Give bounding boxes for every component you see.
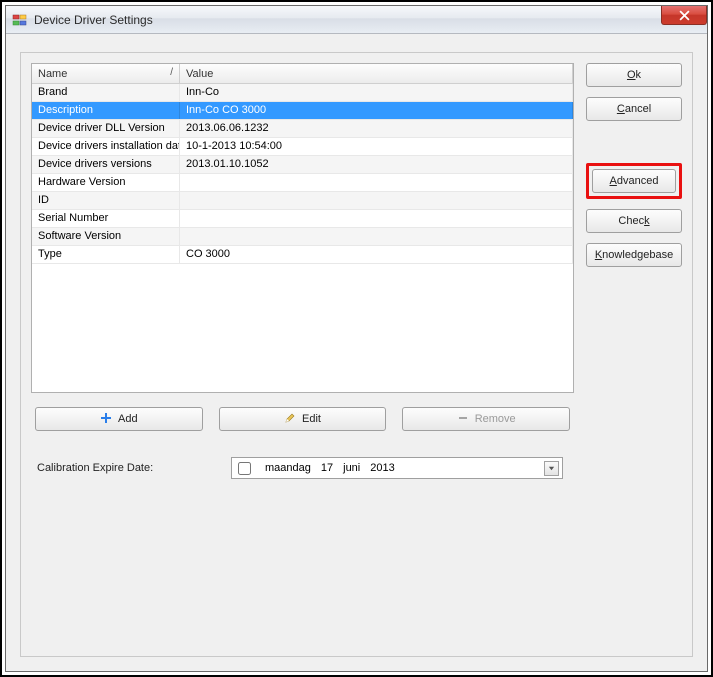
cell-value [180, 228, 573, 245]
table-row[interactable]: Hardware Version [32, 174, 573, 192]
cell-name: Type [32, 246, 180, 263]
table-row[interactable]: Software Version [32, 228, 573, 246]
column-header-name[interactable]: Name / [32, 64, 180, 83]
calibration-month: juni [343, 462, 360, 474]
table-row[interactable]: TypeCO 3000 [32, 246, 573, 264]
calibration-date-picker[interactable]: maandag 17 juni 2013 [231, 457, 563, 479]
properties-table[interactable]: Name / Value BrandInn-CoDescriptionInn-C… [31, 63, 574, 393]
app-icon [12, 12, 28, 28]
cell-name: ID [32, 192, 180, 209]
sort-indicator-icon: / [170, 67, 173, 78]
table-row[interactable]: BrandInn-Co [32, 84, 573, 102]
cell-value [180, 210, 573, 227]
window-title: Device Driver Settings [34, 13, 153, 27]
cell-name: Serial Number [32, 210, 180, 227]
ok-button[interactable]: Ok [586, 63, 682, 87]
title-bar: Device Driver Settings [6, 6, 707, 34]
close-button[interactable] [661, 6, 707, 25]
cell-name: Device drivers installation date [32, 138, 180, 155]
remove-button[interactable]: Remove [402, 407, 570, 431]
column-header-value[interactable]: Value [180, 64, 573, 83]
cell-value: 10-1-2013 10:54:00 [180, 138, 573, 155]
cell-value: Inn-Co [180, 84, 573, 101]
add-button[interactable]: Add [35, 407, 203, 431]
calibration-expire-label: Calibration Expire Date: [31, 462, 231, 474]
advanced-highlight: Advanced [586, 163, 682, 199]
cell-value: 2013.01.10.1052 [180, 156, 573, 173]
cell-value [180, 174, 573, 191]
pencil-icon [284, 412, 296, 427]
cell-name: Hardware Version [32, 174, 180, 191]
calibration-date-checkbox[interactable] [238, 462, 251, 475]
minus-icon [457, 412, 469, 427]
cell-value: Inn-Co CO 3000 [180, 102, 573, 119]
cell-name: Description [32, 102, 180, 119]
cell-name: Brand [32, 84, 180, 101]
cell-value: CO 3000 [180, 246, 573, 263]
table-row[interactable]: DescriptionInn-Co CO 3000 [32, 102, 573, 120]
edit-button[interactable]: Edit [219, 407, 387, 431]
table-header: Name / Value [32, 64, 573, 84]
cell-value [180, 192, 573, 209]
advanced-button[interactable]: Advanced [592, 169, 676, 193]
calendar-dropdown-icon[interactable] [544, 461, 559, 476]
cancel-button[interactable]: Cancel [586, 97, 682, 121]
calibration-weekday: maandag [265, 462, 311, 474]
cell-value: 2013.06.06.1232 [180, 120, 573, 137]
table-row[interactable]: Device drivers installation date10-1-201… [32, 138, 573, 156]
cell-name: Software Version [32, 228, 180, 245]
check-button[interactable]: Check [586, 209, 682, 233]
cell-name: Device drivers versions [32, 156, 180, 173]
calibration-day: 17 [321, 462, 333, 474]
cell-name: Device driver DLL Version [32, 120, 180, 137]
plus-icon [100, 412, 112, 427]
knowledgebase-button[interactable]: Knowledgebase [586, 243, 682, 267]
table-row[interactable]: Device driver DLL Version2013.06.06.1232 [32, 120, 573, 138]
calibration-year: 2013 [370, 462, 394, 474]
table-row[interactable]: Device drivers versions2013.01.10.1052 [32, 156, 573, 174]
table-row[interactable]: ID [32, 192, 573, 210]
table-row[interactable]: Serial Number [32, 210, 573, 228]
